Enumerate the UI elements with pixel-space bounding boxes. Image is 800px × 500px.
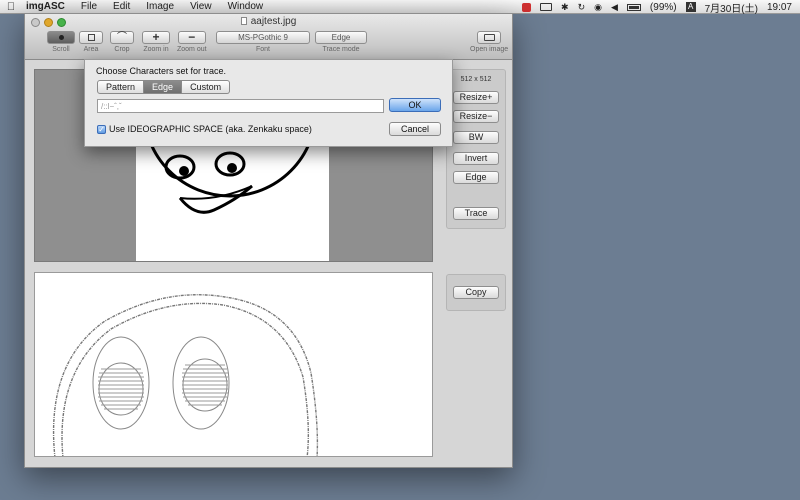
area-button[interactable] — [79, 31, 103, 44]
charset-segmented-control: Pattern Edge Custom — [97, 80, 231, 94]
zoom-out-button[interactable]: − — [177, 30, 206, 44]
resize-minus-button[interactable]: Resize− — [453, 110, 499, 123]
area-label: Area — [83, 46, 99, 53]
trace-button[interactable]: Trace — [453, 207, 499, 220]
ascii-trace-output — [52, 294, 319, 456]
toolbar: Scroll Area ⌒ Crop + Zoom in − Zoom out … — [25, 31, 512, 59]
font-button[interactable]: MS-PGothic 9 — [216, 31, 310, 44]
scroll-icon — [58, 35, 64, 40]
menu-bar:  imgASC File Edit Image View Window ✱ ↻… — [0, 0, 800, 15]
tab-edge[interactable]: Edge — [144, 80, 183, 94]
menu-image[interactable]: Image — [138, 1, 182, 12]
tray-app-icon[interactable] — [522, 2, 532, 12]
crop-label: Crop — [114, 46, 130, 53]
menubar-time[interactable]: 19:07 — [767, 2, 792, 13]
toolbar-zoom-out: − Zoom out — [177, 31, 207, 53]
document-icon[interactable] — [240, 17, 247, 25]
tab-pattern[interactable]: Pattern — [97, 80, 145, 94]
plus-icon: + — [152, 30, 160, 44]
sync-icon[interactable]: ↻ — [578, 2, 586, 13]
ideographic-space-label: Use IDEOGRAPHIC SPACE (aka. Zenkaku spac… — [109, 124, 312, 134]
scroll-button[interactable] — [47, 31, 75, 44]
menu-view[interactable]: View — [182, 1, 220, 12]
font-label: Font — [255, 46, 270, 53]
volume-icon[interactable]: ◀ — [611, 2, 618, 13]
copy-controls: Copy — [446, 274, 506, 311]
toolbar-crop: ⌒ Crop — [110, 31, 134, 53]
copy-button[interactable]: Copy — [453, 286, 499, 299]
window-title-text: aajtest.jpg — [250, 16, 297, 27]
wifi-icon[interactable]: ◉ — [594, 2, 602, 13]
crop-button[interactable]: ⌒ — [110, 31, 134, 44]
zoom-in-button[interactable]: + — [142, 31, 170, 44]
zoom-in-label: Zoom in — [143, 46, 169, 53]
ideographic-space-checkbox[interactable]: ✓ — [97, 124, 106, 134]
input-source-icon[interactable]: A — [685, 2, 696, 12]
trace-mode-button[interactable]: Edge — [315, 31, 367, 44]
toolbar-font: MS-PGothic 9 Font — [216, 31, 310, 53]
scroll-label: Scroll — [52, 46, 70, 53]
cancel-button[interactable]: Cancel — [389, 122, 441, 136]
folder-icon — [483, 34, 495, 41]
tray-display-icon[interactable] — [540, 3, 553, 11]
apple-menu-icon[interactable]:  — [0, 1, 22, 13]
side-controls: 512 x 512 Resize+ Resize− BW Invert Edge… — [446, 69, 506, 229]
area-icon — [87, 34, 95, 41]
bluetooth-icon[interactable]: ✱ — [561, 2, 569, 13]
ok-button[interactable]: OK — [389, 98, 441, 112]
menu-app-name[interactable]: imgASC — [22, 1, 73, 12]
open-image-label: Open image — [470, 46, 509, 53]
menubar-date[interactable]: 7月30日(土) — [705, 0, 758, 15]
invert-button[interactable]: Invert — [453, 152, 499, 165]
ideographic-space-option[interactable]: ✓ Use IDEOGRAPHIC SPACE (aka. Zenkaku sp… — [97, 124, 312, 134]
toolbar-scroll: Scroll — [47, 31, 75, 53]
toolbar-trace-mode: Edge Trace mode — [315, 31, 367, 53]
menu-window[interactable]: Window — [220, 1, 272, 12]
charset-input[interactable] — [97, 99, 384, 113]
toolbar-zoom-in: + Zoom in — [142, 31, 170, 53]
window-title: aajtest.jpg — [25, 16, 512, 27]
trace-charset-dialog: Choose Characters set for trace. Pattern… — [84, 59, 453, 147]
dialog-prompt: Choose Characters set for trace. — [96, 66, 227, 76]
tab-custom[interactable]: Custom — [182, 80, 231, 94]
window-titlebar: aajtest.jpg Scroll Area ⌒ Crop + Zoom in… — [25, 14, 512, 60]
crop-icon: ⌒ — [117, 31, 127, 43]
menu-edit[interactable]: Edit — [105, 1, 138, 12]
resize-plus-button[interactable]: Resize+ — [453, 91, 499, 104]
zoom-out-label: Zoom out — [177, 46, 207, 53]
battery-icon[interactable] — [626, 3, 641, 11]
ascii-output-panel[interactable] — [34, 272, 433, 457]
toolbar-area: Area — [79, 31, 103, 53]
bw-button[interactable]: BW — [453, 131, 499, 144]
open-image-button[interactable] — [477, 31, 502, 44]
battery-percent: (99%) — [649, 1, 677, 13]
toolbar-open-image: Open image — [470, 31, 508, 53]
image-size-label: 512 x 512 — [460, 76, 492, 83]
edge-button[interactable]: Edge — [453, 171, 499, 184]
menu-file[interactable]: File — [73, 1, 105, 12]
trace-mode-label: Trace mode — [322, 46, 360, 53]
minus-icon: − — [188, 30, 196, 44]
